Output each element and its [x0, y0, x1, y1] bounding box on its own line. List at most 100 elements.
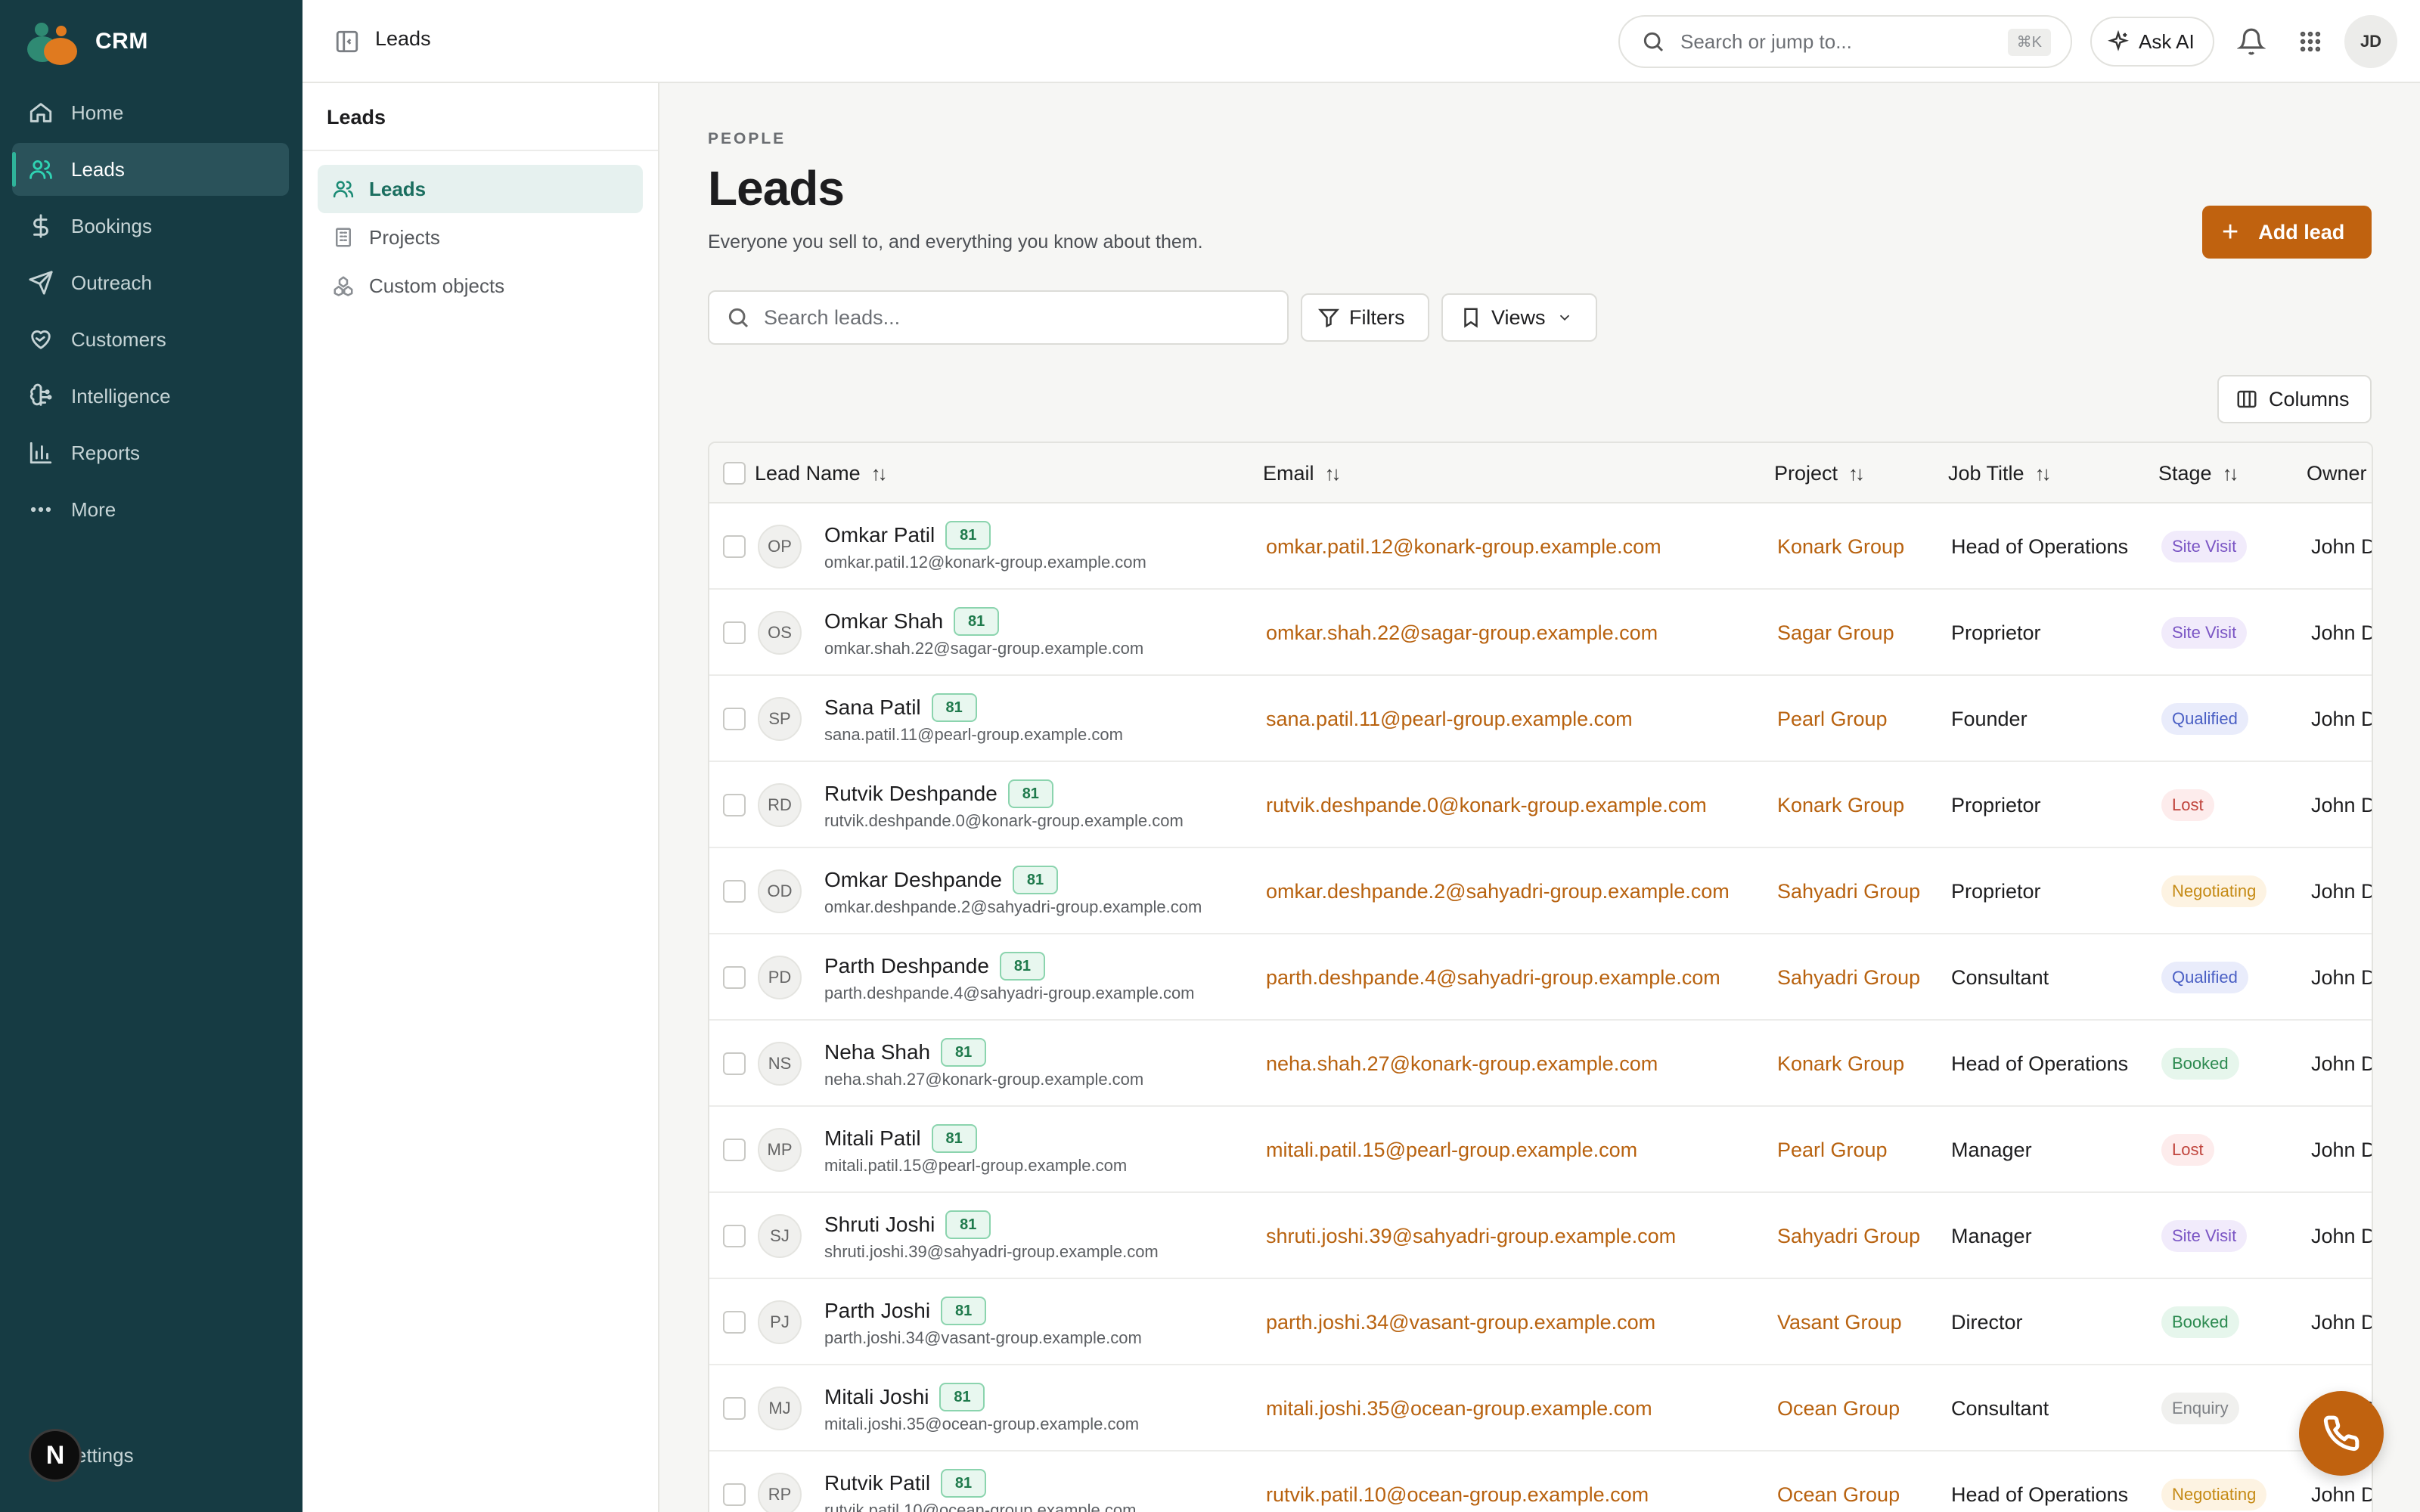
email-link[interactable]: omkar.shah.22@sagar-group.example.com	[1266, 621, 1658, 645]
nav-item-outreach[interactable]: Outreach	[12, 256, 289, 309]
table-row[interactable]: PJ Parth Joshi 81 parth.joshi.34@vasant-gro…	[709, 1279, 2372, 1365]
table-row[interactable]: MJ Mitali Joshi 81 mitali.joshi.35@ocean-gr…	[709, 1365, 2372, 1452]
email-cell[interactable]: parth.deshpande.4@sahyadri-group.example…	[1266, 934, 1720, 1021]
lead-name[interactable]: Parth Joshi	[824, 1299, 930, 1323]
row-checkbox[interactable]	[723, 1279, 746, 1365]
project-cell[interactable]: Vasant Group	[1777, 1279, 1902, 1365]
email-link[interactable]: parth.joshi.34@vasant-group.example.com	[1266, 1311, 1655, 1334]
email-link[interactable]: parth.deshpande.4@sahyadri-group.example…	[1266, 966, 1720, 990]
lead-name-cell[interactable]: Omkar Patil 81 omkar.patil.12@konark-group…	[824, 503, 1146, 590]
email-cell[interactable]: omkar.shah.22@sagar-group.example.com	[1266, 590, 1658, 676]
project-cell[interactable]: Pearl Group	[1777, 1107, 1888, 1193]
row-checkbox[interactable]	[723, 1193, 746, 1279]
email-link[interactable]: mitali.joshi.35@ocean-group.example.com	[1266, 1397, 1652, 1421]
email-cell[interactable]: mitali.patil.15@pearl-group.example.com	[1266, 1107, 1637, 1193]
project-link[interactable]: Pearl Group	[1777, 1139, 1888, 1162]
row-checkbox[interactable]	[723, 1452, 746, 1512]
lead-name-cell[interactable]: Rutvik Patil 81 rutvik.patil.10@ocean-grou…	[824, 1452, 1136, 1512]
table-row[interactable]: NS Neha Shah 81 neha.shah.27@konark-group.e…	[709, 1021, 2372, 1107]
email-cell[interactable]: omkar.patil.12@konark-group.example.com	[1266, 503, 1661, 590]
project-link[interactable]: Ocean Group	[1777, 1483, 1900, 1507]
column-header-stage[interactable]: Stage ↑↓	[2158, 443, 2239, 503]
email-cell[interactable]: rutvik.patil.10@ocean-group.example.com	[1266, 1452, 1649, 1512]
leads-search-input[interactable]	[764, 305, 1248, 330]
lead-name-cell[interactable]: Mitali Joshi 81 mitali.joshi.35@ocean-grou…	[824, 1365, 1139, 1452]
table-row[interactable]: SJ Shruti Joshi 81 shruti.joshi.39@sahyadri…	[709, 1193, 2372, 1279]
lead-name-cell[interactable]: Omkar Deshpande 81 omkar.deshpande.2@sahya…	[824, 848, 1202, 934]
project-link[interactable]: Sahyadri Group	[1777, 966, 1920, 990]
lead-name-cell[interactable]: Parth Deshpande 81 parth.deshpande.4@sahya…	[824, 934, 1195, 1021]
lead-name-cell[interactable]: Neha Shah 81 neha.shah.27@konark-group.exa…	[824, 1021, 1143, 1107]
row-checkbox[interactable]	[723, 848, 746, 934]
nav-item-bookings[interactable]: Bookings	[12, 200, 289, 253]
table-row[interactable]: MP Mitali Patil 81 mitali.patil.15@pearl-gr…	[709, 1107, 2372, 1193]
project-cell[interactable]: Konark Group	[1777, 762, 1904, 848]
row-checkbox[interactable]	[723, 503, 746, 590]
project-cell[interactable]: Ocean Group	[1777, 1452, 1900, 1512]
lead-name[interactable]: Neha Shah	[824, 1040, 930, 1064]
email-cell[interactable]: parth.joshi.34@vasant-group.example.com	[1266, 1279, 1655, 1365]
project-cell[interactable]: Konark Group	[1777, 1021, 1904, 1107]
table-row[interactable]: PD Parth Deshpande 81 parth.deshpande.4@sah…	[709, 934, 2372, 1021]
select-all-checkbox[interactable]	[723, 443, 746, 503]
column-header-owner[interactable]: Owner	[2307, 443, 2367, 503]
table-row[interactable]: RP Rutvik Patil 81 rutvik.patil.10@ocean-gr…	[709, 1452, 2372, 1512]
project-link[interactable]: Sagar Group	[1777, 621, 1894, 645]
subnav-item-custom-objects[interactable]: Custom objects	[318, 262, 643, 310]
add-lead-button[interactable]: + Add lead	[2202, 206, 2372, 259]
nav-item-intelligence[interactable]: Intelligence	[12, 370, 289, 423]
row-checkbox[interactable]	[723, 676, 746, 762]
table-row[interactable]: OS Omkar Shah 81 omkar.shah.22@sagar-group.…	[709, 590, 2372, 676]
email-link[interactable]: omkar.patil.12@konark-group.example.com	[1266, 535, 1661, 559]
column-header-job-title[interactable]: Job Title ↑↓	[1948, 443, 2052, 503]
user-avatar[interactable]: JD	[2344, 15, 2397, 68]
project-cell[interactable]: Sahyadri Group	[1777, 1193, 1920, 1279]
project-link[interactable]: Pearl Group	[1777, 708, 1888, 731]
project-cell[interactable]: Sagar Group	[1777, 590, 1894, 676]
lead-name-cell[interactable]: Omkar Shah 81 omkar.shah.22@sagar-group.ex…	[824, 590, 1143, 676]
lead-name-cell[interactable]: Sana Patil 81 sana.patil.11@pearl-group.ex…	[824, 676, 1123, 762]
row-checkbox[interactable]	[723, 934, 746, 1021]
subnav-item-leads[interactable]: Leads	[318, 165, 643, 213]
table-row[interactable]: OD Omkar Deshpande 81 omkar.deshpande.2@sah…	[709, 848, 2372, 934]
column-header-email[interactable]: Email ↑↓	[1263, 443, 1342, 503]
project-link[interactable]: Konark Group	[1777, 1052, 1904, 1076]
views-dropdown[interactable]: Views	[1441, 293, 1597, 342]
sidebar-toggle-icon[interactable]	[334, 29, 360, 54]
global-search[interactable]: Search or jump to... ⌘K	[1618, 15, 2072, 68]
project-cell[interactable]: Konark Group	[1777, 503, 1904, 590]
project-cell[interactable]: Ocean Group	[1777, 1365, 1900, 1452]
ask-ai-button[interactable]: Ask AI	[2090, 17, 2214, 67]
lead-name[interactable]: Omkar Patil	[824, 523, 935, 547]
project-link[interactable]: Konark Group	[1777, 794, 1904, 817]
columns-button[interactable]: Columns	[2217, 375, 2372, 423]
email-link[interactable]: neha.shah.27@konark-group.example.com	[1266, 1052, 1658, 1076]
lead-name-cell[interactable]: Parth Joshi 81 parth.joshi.34@vasant-group…	[824, 1279, 1142, 1365]
nav-item-reports[interactable]: Reports	[12, 426, 289, 479]
project-link[interactable]: Sahyadri Group	[1777, 1225, 1920, 1248]
email-cell[interactable]: sana.patil.11@pearl-group.example.com	[1266, 676, 1633, 762]
table-row[interactable]: OP Omkar Patil 81 omkar.patil.12@konark-gro…	[709, 503, 2372, 590]
column-header-lead-name[interactable]: Lead Name ↑↓	[755, 443, 888, 503]
lead-name[interactable]: Mitali Patil	[824, 1126, 921, 1151]
lead-name-cell[interactable]: Shruti Joshi 81 shruti.joshi.39@sahyadri-g…	[824, 1193, 1159, 1279]
nav-item-more[interactable]: More	[12, 483, 289, 536]
project-link[interactable]: Vasant Group	[1777, 1311, 1902, 1334]
lead-name[interactable]: Parth Deshpande	[824, 954, 989, 978]
lead-name[interactable]: Omkar Shah	[824, 609, 943, 634]
email-link[interactable]: mitali.patil.15@pearl-group.example.com	[1266, 1139, 1637, 1162]
filters-button[interactable]: Filters	[1301, 293, 1429, 342]
lead-name[interactable]: Omkar Deshpande	[824, 868, 1002, 892]
subnav-item-projects[interactable]: Projects	[318, 213, 643, 262]
email-cell[interactable]: omkar.deshpande.2@sahyadri-group.example…	[1266, 848, 1730, 934]
row-checkbox[interactable]	[723, 1365, 746, 1452]
email-link[interactable]: rutvik.patil.10@ocean-group.example.com	[1266, 1483, 1649, 1507]
apps-grid-icon[interactable]	[2297, 29, 2323, 54]
bell-icon[interactable]	[2236, 27, 2266, 56]
nav-item-customers[interactable]: Customers	[12, 313, 289, 366]
nav-item-settings[interactable]: N ettings	[29, 1429, 134, 1482]
call-button[interactable]	[2299, 1391, 2384, 1476]
project-link[interactable]: Ocean Group	[1777, 1397, 1900, 1421]
email-link[interactable]: omkar.deshpande.2@sahyadri-group.example…	[1266, 880, 1730, 903]
project-link[interactable]: Sahyadri Group	[1777, 880, 1920, 903]
